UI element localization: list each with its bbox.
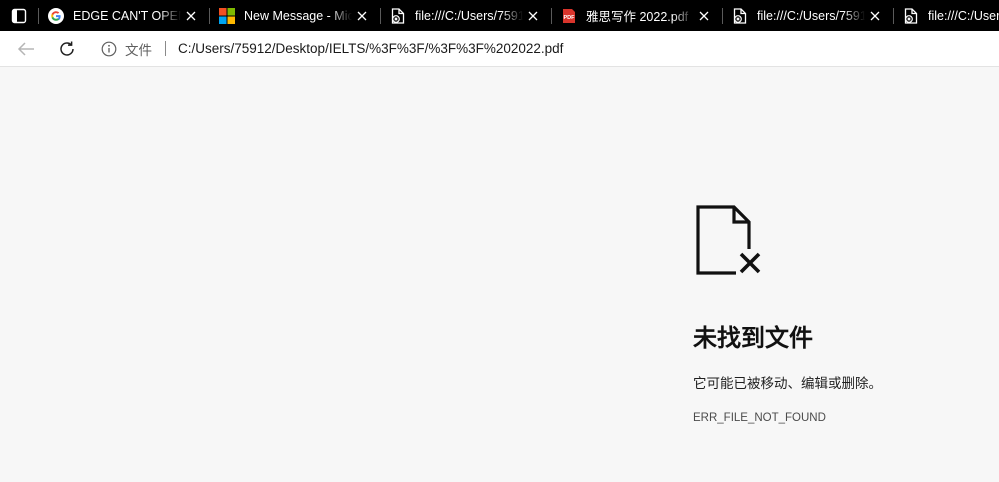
scheme-label: 文件	[125, 42, 152, 58]
arrow-left-icon	[17, 41, 34, 56]
tab-outlook-new-message[interactable]: New Message - Microsoft	[209, 0, 380, 31]
close-tab-icon[interactable]	[694, 6, 714, 26]
back-button[interactable]	[9, 34, 43, 64]
close-tab-icon[interactable]	[181, 6, 201, 26]
address-bar[interactable]: 文件 C:/Users/75912/Desktop/IELTS/%3F%3F/%…	[101, 34, 999, 64]
tab-actions-button[interactable]	[0, 0, 38, 31]
browser-toolbar: 文件 C:/Users/75912/Desktop/IELTS/%3F%3F/%…	[0, 31, 999, 67]
file-not-found-icon	[696, 205, 762, 275]
tab-title: file:///C:/Users/75912/Desktop	[415, 8, 523, 23]
tab-file-1[interactable]: file:///C:/Users/75912/Desktop	[380, 0, 551, 31]
file-error-icon	[732, 7, 748, 24]
pdf-icon: PDF	[561, 8, 577, 24]
tab-actions-icon	[11, 8, 27, 23]
file-error-icon	[903, 7, 919, 24]
tab-strip: EDGE CAN'T OPEN PDF New Message - Micros…	[0, 0, 999, 31]
close-tab-icon[interactable]	[523, 6, 543, 26]
tab-file-3[interactable]: file:///C:/Users/75912/Desktop	[893, 0, 999, 31]
close-tab-icon[interactable]	[352, 6, 372, 26]
tab-title: file:///C:/Users/75912/Desktop	[757, 8, 865, 23]
tab-title: file:///C:/Users/75912/Desktop	[928, 8, 999, 23]
refresh-icon	[60, 41, 74, 56]
google-g-icon	[48, 7, 64, 24]
microsoft-logo-icon	[219, 7, 235, 24]
address-divider	[165, 41, 166, 56]
error-title: 未找到文件	[693, 325, 813, 352]
refresh-button[interactable]	[50, 34, 84, 64]
tab-title: EDGE CAN'T OPEN PDF	[73, 8, 181, 23]
tab-file-2[interactable]: file:///C:/Users/75912/Desktop	[722, 0, 893, 31]
file-error-icon	[390, 7, 406, 24]
error-description: 它可能已被移动、编辑或删除。	[693, 376, 882, 391]
tab-title: New Message - Microsoft	[244, 8, 352, 23]
error-code: ERR_FILE_NOT_FOUND	[693, 412, 826, 424]
info-icon[interactable]	[101, 41, 117, 57]
url-text[interactable]: C:/Users/75912/Desktop/IELTS/%3F%3F/%3F%…	[178, 41, 563, 56]
tab-pdf[interactable]: PDF 雅思写作 2022.pdf	[551, 0, 722, 31]
close-tab-icon[interactable]	[865, 6, 885, 26]
tab-google-search[interactable]: EDGE CAN'T OPEN PDF	[38, 0, 209, 31]
svg-text:PDF: PDF	[564, 15, 576, 21]
tab-title: 雅思写作 2022.pdf	[586, 10, 689, 24]
